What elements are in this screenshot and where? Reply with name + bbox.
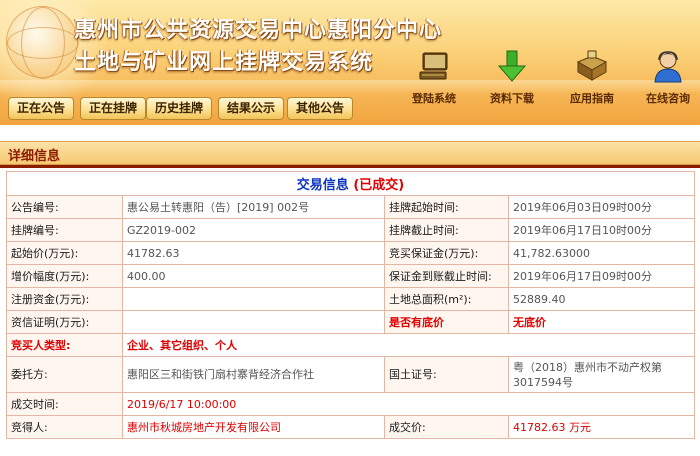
deal-price-label: 成交价: [384,415,509,439]
guide-book-icon [574,48,610,84]
table-heading-row: 交易信息 (已成交) [6,171,695,196]
detail-table: 交易信息 (已成交) 公告编号: 惠公易土转惠阳（告）[2019] 002号 挂… [6,171,695,439]
row-label: 竞买保证金(万元): [384,241,509,265]
buyer-type-label: 竞买人类型: [6,333,123,357]
row-label: 挂牌编号: [6,218,123,242]
table-row: 竞买人类型: 企业、其它组织、个人 [6,333,695,357]
row-label: 挂牌起始时间: [384,195,509,219]
deal-price-value: 41782.63 万元 [508,415,695,439]
download-arrow-icon [494,48,530,84]
download-label: 资料下载 [490,92,534,105]
entrust-value: 惠阳区三和街铁门扇村寨背经济合作社 [122,356,385,393]
winner-label: 竞得人: [6,415,123,439]
land-cert-label: 国土证号: [384,356,509,393]
table-row: 成交时间: 2019/6/17 10:00:00 [6,392,695,416]
table-row: 委托方: 惠阳区三和街铁门扇村寨背经济合作社 国土证号: 粤（2018）惠州市不… [6,356,695,393]
section-title: 详细信息 [8,149,61,164]
row-value [122,310,385,334]
row-label: 挂牌截止时间: [384,218,509,242]
online-consult-link[interactable]: 在线咨询 [628,48,700,110]
table-row: 资信证明(万元): 是否有底价 无底价 [6,310,695,334]
site-title-line1: 惠州市公共资源交易中心惠阳分中心 [74,18,443,43]
row-label: 是否有底价 [384,310,509,334]
deal-time-label: 成交时间: [6,392,123,416]
row-label: 增价幅度(万元): [6,264,123,288]
table-row: 公告编号: 惠公易土转惠阳（告）[2019] 002号 挂牌起始时间: 2019… [6,195,695,219]
row-label: 保证金到账截止时间: [384,264,509,288]
row-value: 2019年06月17日10时00分 [508,218,695,242]
table-row: 注册资金(万元): 土地总面积(m²): 52889.40 [6,287,695,311]
table-row: 起始价(万元): 41782.63 竞买保证金(万元): 41,782.6300… [6,241,695,265]
table-heading: 交易信息 (已成交) [6,171,695,196]
land-cert-value: 粤（2018）惠州市不动产权第3017594号 [508,356,695,393]
globe-logo-icon [6,6,79,79]
nav-history-button[interactable]: 历史挂牌 [146,97,213,120]
row-value: 无底价 [508,310,695,334]
row-value: GZ2019-002 [122,218,385,242]
section-divider [0,165,700,168]
nav-announcing-button[interactable]: 正在公告 [8,97,75,120]
row-value: 400.00 [122,264,385,288]
download-link[interactable]: 资料下载 [472,48,552,110]
row-value: 52889.40 [508,287,695,311]
nav-listing-button[interactable]: 正在挂牌 [80,97,147,120]
section-header: 详细信息 [0,141,700,165]
row-value: 41782.63 [122,241,385,265]
login-system-link[interactable]: 登陆系统 [394,48,474,110]
row-value: 2019年06月17日09时00分 [508,264,695,288]
table-row: 竞得人: 惠州市秋城房地产开发有限公司 成交价: 41782.63 万元 [6,415,695,439]
login-system-label: 登陆系统 [412,92,456,105]
row-label: 公告编号: [6,195,123,219]
support-agent-icon [650,48,686,84]
row-value [122,287,385,311]
app-guide-link[interactable]: 应用指南 [552,48,632,110]
deal-time-value: 2019/6/17 10:00:00 [122,392,695,416]
row-label: 起始价(万元): [6,241,123,265]
row-label: 土地总面积(m²): [384,287,509,311]
table-row: 挂牌编号: GZ2019-002 挂牌截止时间: 2019年06月17日10时0… [6,218,695,242]
computer-icon [416,48,452,84]
row-value: 2019年06月03日09时00分 [508,195,695,219]
row-label: 资信证明(万元): [6,310,123,334]
row-value: 41,782.63000 [508,241,695,265]
nav-other-button[interactable]: 其他公告 [287,97,354,120]
winner-value: 惠州市秋城房地产开发有限公司 [122,415,385,439]
table-row: 增价幅度(万元): 400.00 保证金到账截止时间: 2019年06月17日0… [6,264,695,288]
row-value: 惠公易土转惠阳（告）[2019] 002号 [122,195,385,219]
entrust-label: 委托方: [6,356,123,393]
row-label: 注册资金(万元): [6,287,123,311]
buyer-type-value: 企业、其它组织、个人 [122,333,695,357]
heading-main: 交易信息 [296,178,349,193]
detail-table-wrapper: 交易信息 (已成交) 公告编号: 惠公易土转惠阳（告）[2019] 002号 挂… [6,171,695,439]
header-banner: 惠州市公共资源交易中心惠阳分中心 土地与矿业网上挂牌交易系统 登陆系统 资料下载 [0,0,700,125]
app-guide-label: 应用指南 [570,92,614,105]
online-consult-label: 在线咨询 [646,92,690,105]
site-title-line2: 土地与矿业网上挂牌交易系统 [74,50,374,75]
heading-status: (已成交) [353,178,405,193]
nav-results-button[interactable]: 结果公示 [218,97,285,120]
